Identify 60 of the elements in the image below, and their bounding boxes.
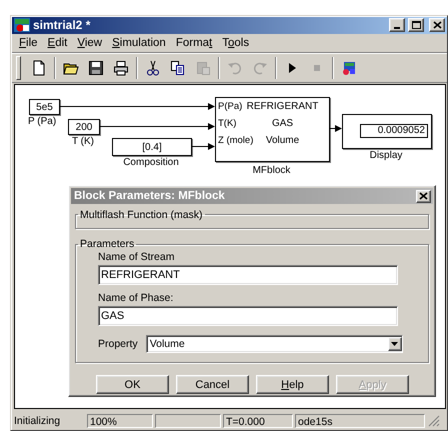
port-label: P(Pa) — [218, 101, 242, 112]
printer-icon — [112, 60, 128, 76]
close-button[interactable] — [416, 190, 431, 203]
input-field[interactable]: GAS — [98, 306, 398, 326]
port-label: T(K) — [218, 118, 236, 130]
group-title: Multiflash Function (mask) — [79, 208, 204, 221]
subsystem-block[interactable]: P(Pa) REFRIGERANT T(K) GAS Z (mole) Volume — [215, 97, 330, 162]
status-panel: T=0.000 — [223, 414, 293, 428]
save-icon — [88, 60, 104, 76]
constant-block[interactable]: 5e5 — [29, 99, 60, 116]
dialog-button[interactable]: Help — [256, 375, 329, 394]
block-label: MFblock — [252, 165, 290, 176]
resize-grip-icon — [427, 414, 440, 428]
display-value: 0.0009052 — [360, 124, 428, 138]
scissors-icon — [144, 60, 160, 76]
field-label: Name of Stream — [98, 251, 176, 264]
field-label: Name of Phase: — [98, 292, 174, 304]
maximize-button[interactable] — [408, 18, 424, 32]
copy-icon — [170, 60, 186, 76]
input-field[interactable]: REFRIGERANT — [98, 265, 398, 286]
close-button[interactable] — [429, 18, 445, 32]
constant-block[interactable]: 200 — [68, 119, 100, 136]
dialog-button[interactable]: OK — [96, 375, 169, 394]
close-icon — [432, 21, 442, 30]
block-label: P (Pa) — [28, 116, 56, 128]
dialog-title: Block Parameters: MFblock — [74, 190, 226, 202]
minimize-button[interactable] — [389, 18, 405, 32]
window-title: simtrial2 * — [33, 18, 92, 32]
app-icon — [14, 18, 30, 32]
signal-arrow — [191, 142, 215, 150]
block-label: Composition — [123, 157, 179, 168]
menu-item[interactable]: File — [14, 36, 43, 49]
close-icon — [419, 192, 428, 200]
status-panel: ode15s — [295, 414, 425, 428]
paste-icon — [194, 60, 210, 76]
display-block[interactable]: 0.0009052 — [342, 114, 432, 150]
menu-item[interactable]: View — [72, 36, 108, 49]
block-text: REFRIGERANT — [246, 101, 318, 112]
maximize-icon — [412, 21, 420, 30]
group-title: Parameters — [79, 238, 136, 250]
dropdown-arrow-icon — [391, 342, 398, 346]
new-file-icon — [30, 60, 46, 76]
block-text: Volume — [266, 135, 300, 146]
status-panel — [155, 414, 221, 428]
menu-item[interactable]: Simulation — [107, 36, 171, 49]
status-message: Initializing — [14, 414, 62, 427]
library-icon — [340, 60, 356, 76]
block-text: GAS — [272, 118, 294, 130]
menu-item[interactable]: Format — [170, 36, 218, 49]
signal-arrow — [329, 124, 342, 132]
status-panel: 100% — [87, 414, 153, 428]
port-label: Z (mole) — [218, 135, 254, 146]
menu-item[interactable]: Edit — [42, 36, 72, 49]
block-label: Display — [370, 150, 402, 162]
block-label: T (K) — [72, 136, 94, 148]
constant-block[interactable]: [0.4] — [112, 138, 192, 156]
dialog-button[interactable]: Cancel — [176, 375, 249, 394]
dropdown[interactable]: Volume — [146, 335, 403, 354]
menu-item[interactable]: Tools — [217, 36, 254, 49]
field-label: Property — [98, 338, 138, 350]
